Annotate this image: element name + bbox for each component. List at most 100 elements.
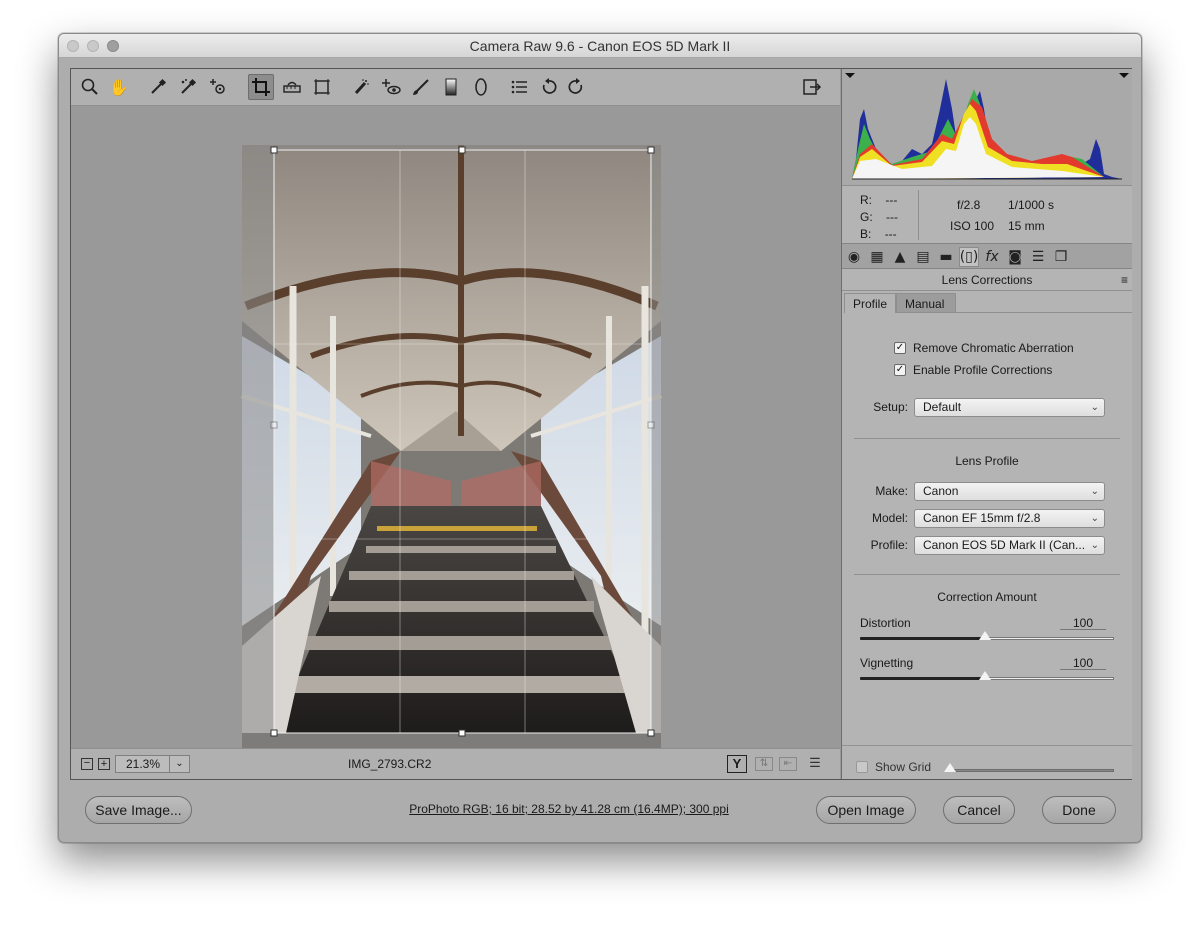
- chevron-down-icon: ⌄: [1090, 513, 1099, 524]
- make-label: Make:: [875, 484, 908, 498]
- cancel-button[interactable]: Cancel: [943, 796, 1015, 824]
- targeted-adjustment-icon[interactable]: [205, 74, 231, 100]
- effects-tab-icon[interactable]: fx: [982, 247, 1002, 267]
- profile-select[interactable]: Canon EOS 5D Mark II (Can... ⌄: [914, 536, 1105, 555]
- distortion-value-field[interactable]: 100: [1060, 616, 1106, 630]
- panel-title-text: Lens Corrections: [941, 273, 1033, 287]
- title-bar: Camera Raw 9.6 - Canon EOS 5D Mark II: [59, 34, 1141, 58]
- distortion-label: Distortion: [860, 616, 911, 630]
- spot-removal-icon[interactable]: [348, 74, 374, 100]
- tab-profile[interactable]: Profile: [844, 293, 897, 313]
- enable-profile-corrections-checkbox[interactable]: ✓ Enable Profile Corrections: [894, 363, 1052, 377]
- lens-corrections-tab-icon[interactable]: (▯): [959, 247, 979, 267]
- adjustment-brush-icon[interactable]: [408, 74, 434, 100]
- iso-value: ISO 100: [950, 219, 995, 233]
- zoom-in-button[interactable]: +: [98, 758, 110, 770]
- setup-value: Default: [923, 400, 962, 414]
- vignetting-value-field[interactable]: 100: [1060, 656, 1106, 670]
- lens-subtabs: Profile Manual: [842, 291, 1132, 313]
- vignetting-slider-thumb[interactable]: [979, 671, 991, 680]
- split-toning-tab-icon[interactable]: ▬: [936, 247, 956, 267]
- panel-title: Lens Corrections ≡: [842, 269, 1132, 291]
- b-label: B:: [860, 227, 872, 241]
- detail-tab-icon[interactable]: ▲: [890, 247, 910, 267]
- zoom-out-button[interactable]: −: [81, 758, 93, 770]
- photo-preview[interactable]: [71, 106, 840, 774]
- transform-icon[interactable]: [309, 74, 335, 100]
- remove-chromatic-aberration-checkbox[interactable]: ✓ Remove Chromatic Aberration: [894, 341, 1074, 355]
- zoom-icon[interactable]: [77, 74, 103, 100]
- checkbox-checked-icon[interactable]: ✓: [894, 342, 906, 354]
- preview-preferences-icon[interactable]: ☰: [805, 756, 825, 772]
- rotate-ccw-icon[interactable]: [536, 74, 562, 100]
- zoom-level-value: 21.3%: [126, 757, 161, 771]
- white-balance-icon[interactable]: [145, 74, 171, 100]
- right-panel: R: --- G: --- B: --- f/2.8 1/1000 s ISO …: [841, 69, 1132, 779]
- camera-calibration-tab-icon[interactable]: ◙: [1005, 247, 1025, 267]
- model-select[interactable]: Canon EF 15mm f/2.8 ⌄: [914, 509, 1105, 528]
- panel-menu-icon[interactable]: ≡: [1121, 269, 1128, 291]
- straighten-icon[interactable]: [279, 74, 305, 100]
- presets-tab-icon[interactable]: ☰: [1028, 247, 1048, 267]
- setup-label: Setup:: [873, 400, 908, 414]
- graduated-filter-icon[interactable]: [438, 74, 464, 100]
- toggle-fullscreen-icon[interactable]: [799, 74, 825, 100]
- profile-value: Canon EOS 5D Mark II (Can...: [923, 538, 1086, 552]
- hand-icon[interactable]: ✋: [106, 74, 132, 100]
- histogram: [842, 69, 1132, 185]
- correction-amount-heading: Correction Amount: [937, 590, 1037, 604]
- grid-size-slider[interactable]: [946, 769, 1114, 772]
- hsl-tab-icon[interactable]: ▤: [913, 247, 933, 267]
- minimize-window-button[interactable]: [87, 40, 99, 52]
- swap-settings-icon[interactable]: ⇅: [755, 757, 773, 771]
- distortion-slider-thumb[interactable]: [979, 631, 991, 640]
- vignetting-label: Vignetting: [860, 656, 914, 670]
- lens-profile-heading: Lens Profile: [955, 454, 1019, 468]
- show-grid-label: Show Grid: [875, 760, 932, 774]
- before-after-view-button[interactable]: Y: [727, 755, 747, 773]
- checkbox-unchecked-icon[interactable]: [856, 761, 868, 773]
- grid-size-slider-thumb[interactable]: [944, 763, 956, 772]
- make-value: Canon: [923, 484, 959, 498]
- filename-label: IMG_2793.CR2: [348, 757, 432, 771]
- chevron-down-icon: ⌄: [1090, 486, 1099, 497]
- done-button[interactable]: Done: [1042, 796, 1116, 824]
- bottom-bar: Save Image... ProPhoto RGB; 16 bit; 28.5…: [59, 780, 1141, 842]
- window-title: Camera Raw 9.6 - Canon EOS 5D Mark II: [469, 38, 731, 54]
- tone-curve-tab-icon[interactable]: ▦: [867, 247, 887, 267]
- show-grid-checkbox[interactable]: Show Grid: [856, 760, 931, 774]
- image-canvas[interactable]: [71, 106, 840, 774]
- tab-manual[interactable]: Manual: [896, 293, 956, 313]
- make-select[interactable]: Canon ⌄: [914, 482, 1105, 501]
- radial-filter-icon[interactable]: [468, 74, 494, 100]
- b-value: ---: [884, 227, 897, 241]
- chevron-down-icon: ⌄: [1090, 402, 1099, 413]
- snapshots-tab-icon[interactable]: ❐: [1051, 247, 1071, 267]
- checkbox-checked-icon[interactable]: ✓: [894, 364, 906, 376]
- r-value: ---: [885, 193, 898, 207]
- zoom-window-button[interactable]: [107, 40, 119, 52]
- workflow-options-link[interactable]: ProPhoto RGB; 16 bit; 28.52 by 41.28 cm …: [399, 802, 739, 816]
- preferences-icon[interactable]: [506, 74, 532, 100]
- setup-select[interactable]: Default ⌄: [914, 398, 1105, 417]
- color-sampler-icon[interactable]: [175, 74, 201, 100]
- close-window-button[interactable]: [67, 40, 79, 52]
- copy-settings-icon[interactable]: ⇤: [779, 757, 797, 771]
- enable-profile-label: Enable Profile Corrections: [913, 363, 1053, 377]
- open-image-button[interactable]: Open Image: [816, 796, 916, 824]
- save-image-button[interactable]: Save Image...: [85, 796, 192, 824]
- g-label: G:: [860, 210, 873, 224]
- rotate-cw-icon[interactable]: [563, 74, 589, 100]
- r-label: R:: [860, 193, 872, 207]
- zoom-level-select[interactable]: 21.3% ⌄: [115, 755, 190, 773]
- divider: [854, 574, 1120, 575]
- red-eye-icon[interactable]: [378, 74, 404, 100]
- g-value: ---: [886, 210, 899, 224]
- highlight-clipping-warning-icon[interactable]: [1119, 73, 1129, 78]
- remove-ca-label: Remove Chromatic Aberration: [913, 341, 1074, 355]
- basic-tab-icon[interactable]: ◉: [844, 247, 864, 267]
- lens-profile-pane: ✓ Remove Chromatic Aberration ✓ Enable P…: [842, 313, 1132, 779]
- shadow-clipping-warning-icon[interactable]: [845, 73, 855, 78]
- crop-icon[interactable]: [248, 74, 274, 100]
- camera-raw-window: Camera Raw 9.6 - Canon EOS 5D Mark II ✋: [58, 33, 1142, 843]
